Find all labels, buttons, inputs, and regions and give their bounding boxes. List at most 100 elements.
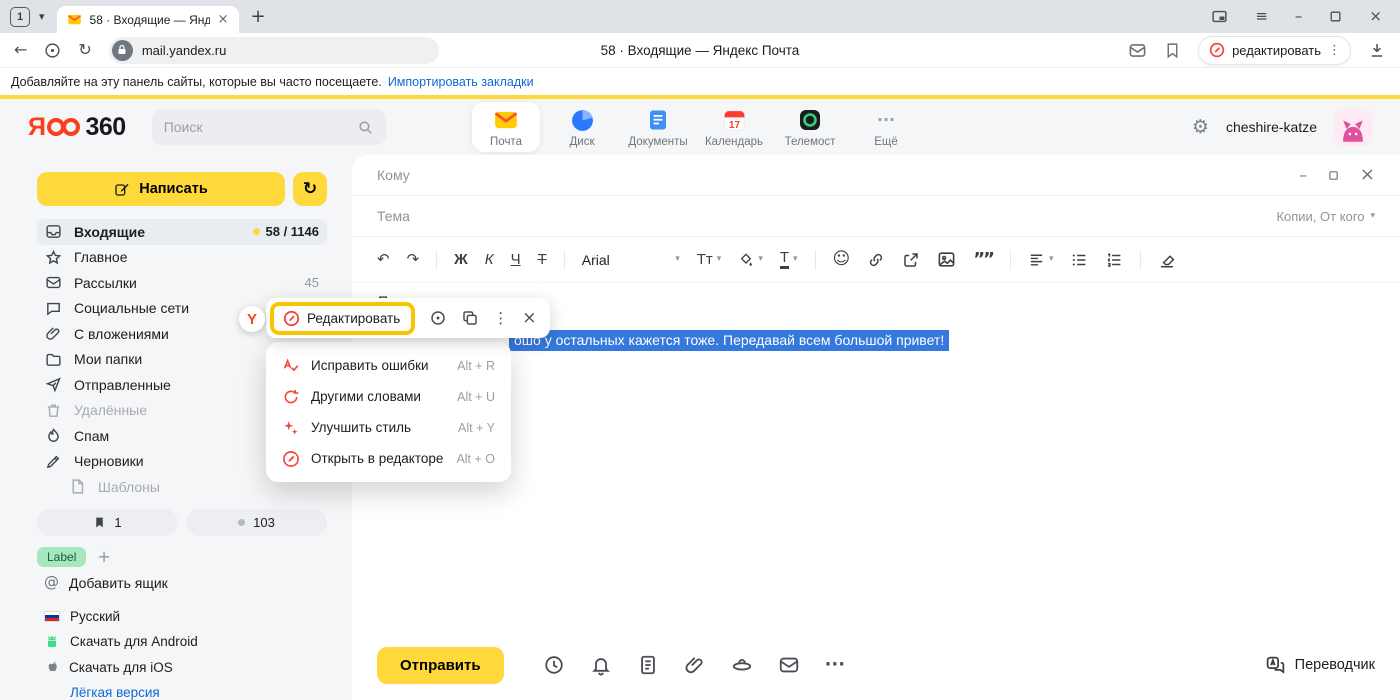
menu-item-open-in-editor[interactable]: Открыть в редакторе Alt + O — [266, 443, 511, 474]
selected-text[interactable]: ошо у остальных кажется тоже. Передавай … — [509, 330, 949, 351]
menu-item-label: Исправить ошибки — [311, 358, 429, 373]
font-family-select[interactable]: Arial ▾ — [582, 252, 680, 268]
window-close-icon[interactable]: × — [1369, 9, 1382, 24]
tab-counter[interactable]: 1 — [10, 7, 30, 27]
avatar[interactable] — [1334, 108, 1372, 146]
browser-menu-icon[interactable]: ≡ — [1255, 9, 1268, 24]
menu-item-rephrase[interactable]: Другими словами Alt + U — [266, 381, 511, 412]
compose-minimize-icon[interactable]: – — [1299, 168, 1307, 183]
menu-item-improve-style[interactable]: Улучшить стиль Alt + Y — [266, 412, 511, 443]
numbered-list-button[interactable] — [1105, 251, 1123, 269]
yandex-button-icon[interactable] — [44, 42, 61, 59]
compose-button[interactable]: Написать — [37, 172, 285, 206]
menu-item-fix-errors[interactable]: Исправить ошибки Alt + R — [266, 350, 511, 381]
menu-item-label: Улучшить стиль — [311, 420, 411, 435]
quote-button[interactable]: ”” — [973, 251, 993, 269]
open-editor-icon — [282, 450, 300, 468]
attach-file-icon[interactable] — [684, 654, 706, 676]
assistant-close-icon[interactable]: × — [522, 310, 536, 327]
yandex-360-logo[interactable]: Я 360 — [28, 113, 126, 142]
address-input[interactable]: mail.yandex.ru — [109, 37, 439, 64]
service-more[interactable]: ··· Ещё — [852, 102, 920, 152]
download-ios-link[interactable]: Скачать для iOS — [37, 655, 327, 681]
schedule-send-icon[interactable] — [543, 654, 565, 676]
neuro-icon[interactable] — [429, 309, 447, 327]
subject-field[interactable]: Тема — [377, 208, 410, 224]
service-disk[interactable]: Диск — [548, 102, 616, 152]
insert-link-button[interactable] — [867, 251, 885, 269]
redo-button[interactable]: ↷ — [407, 252, 420, 267]
bookmarks-icon[interactable] — [1164, 42, 1181, 59]
footer-label: Лёгкая версия — [70, 685, 160, 700]
insert-image-button[interactable] — [937, 250, 956, 269]
add-label-icon[interactable]: + — [97, 549, 110, 565]
add-mailbox[interactable]: @ Добавить ящик — [37, 575, 327, 591]
new-tab-button[interactable]: + — [251, 8, 266, 26]
browser-tab[interactable]: 58 · Входящие — Янде × — [57, 6, 239, 33]
editor-extension-kebab-icon[interactable]: ⋮ — [1328, 44, 1341, 57]
search-input[interactable]: Поиск — [152, 109, 386, 145]
service-telemost[interactable]: Телемост — [776, 102, 844, 152]
assistant-kebab-icon[interactable]: ⋮ — [493, 311, 508, 326]
attach-from-disk-icon[interactable] — [731, 654, 753, 676]
edit-button[interactable]: Редактировать — [274, 306, 411, 331]
font-size-select[interactable]: Тт▾ — [697, 251, 722, 268]
text-color-select[interactable]: Т▾ — [780, 250, 798, 269]
translator-button[interactable]: Переводчик — [1265, 655, 1375, 676]
download-android-link[interactable]: Скачать для Android — [37, 629, 327, 655]
folder-inbox[interactable]: Входящие 58 / 1146 — [37, 219, 327, 245]
yandex-browser-badge[interactable]: Y — [239, 306, 265, 332]
window-minimize-icon[interactable]: – — [1295, 9, 1303, 24]
lock-icon[interactable] — [112, 40, 133, 61]
clear-formatting-button[interactable] — [1158, 251, 1176, 269]
emoji-button[interactable]: ☺ — [833, 251, 851, 268]
saved-pill[interactable]: 1 — [37, 509, 178, 536]
service-docs[interactable]: Документы — [624, 102, 692, 152]
service-mail[interactable]: Почта — [472, 102, 540, 152]
username[interactable]: cheshire-katze — [1226, 119, 1317, 135]
strikethrough-button[interactable]: Т — [538, 251, 547, 268]
label-tag[interactable]: Label — [37, 547, 86, 567]
reminder-bell-icon[interactable] — [590, 654, 612, 676]
settings-gear-icon[interactable]: ⚙ — [1192, 118, 1209, 137]
compose-expand-icon[interactable] — [1328, 170, 1339, 181]
refresh-button[interactable]: ↻ — [293, 172, 327, 206]
light-version-link[interactable]: Лёгкая версия — [37, 680, 327, 700]
underline-button[interactable]: Ч — [511, 251, 521, 268]
toolbar-divider — [436, 250, 437, 270]
to-field[interactable]: Кому — [377, 167, 410, 183]
service-calendar[interactable]: 17 Календарь — [700, 102, 768, 152]
folder-count: 58 / 1146 — [253, 224, 320, 239]
language-selector[interactable]: Русский — [37, 604, 327, 630]
compose-close-icon[interactable]: × — [1360, 166, 1375, 184]
folder-count: 45 — [305, 275, 319, 290]
copy-icon[interactable] — [461, 309, 479, 327]
tabs-list-chevron-icon[interactable]: ▾ — [39, 11, 45, 22]
share-link-button[interactable] — [902, 251, 920, 269]
picture-in-picture-icon[interactable] — [1211, 8, 1228, 25]
svg-text:17: 17 — [729, 119, 740, 130]
bold-button[interactable]: Ж — [454, 251, 468, 268]
tab-close-icon[interactable]: × — [218, 13, 229, 26]
search-icon[interactable] — [357, 119, 374, 136]
reload-icon[interactable]: ↻ — [78, 42, 91, 58]
downloads-icon[interactable] — [1368, 41, 1386, 59]
back-icon[interactable]: ← — [14, 42, 27, 58]
italic-button[interactable]: К — [485, 251, 494, 268]
mail-notifier-icon[interactable] — [1128, 41, 1147, 60]
editor-extension-button[interactable]: редактировать ⋮ — [1198, 36, 1351, 65]
undo-button[interactable]: ↶ — [377, 252, 390, 267]
unread-pill[interactable]: 103 — [186, 509, 327, 536]
attach-from-mail-icon[interactable] — [778, 654, 800, 676]
import-bookmarks-link[interactable]: Импортировать закладки — [388, 75, 534, 89]
more-options-icon[interactable]: ··· — [825, 656, 846, 674]
cc-from-toggle[interactable]: Копии, От кого ▾ — [1276, 209, 1375, 224]
folder-main[interactable]: Главное — [37, 245, 327, 271]
window-maximize-icon[interactable] — [1329, 10, 1342, 23]
align-select[interactable]: ▾ — [1028, 251, 1054, 268]
send-button[interactable]: Отправить — [377, 647, 504, 684]
notes-icon[interactable] — [637, 654, 659, 676]
folder-newsletters[interactable]: Рассылки 45 — [37, 270, 327, 296]
highlight-color-select[interactable]: ▾ — [738, 252, 763, 268]
bullet-list-button[interactable] — [1070, 251, 1088, 269]
